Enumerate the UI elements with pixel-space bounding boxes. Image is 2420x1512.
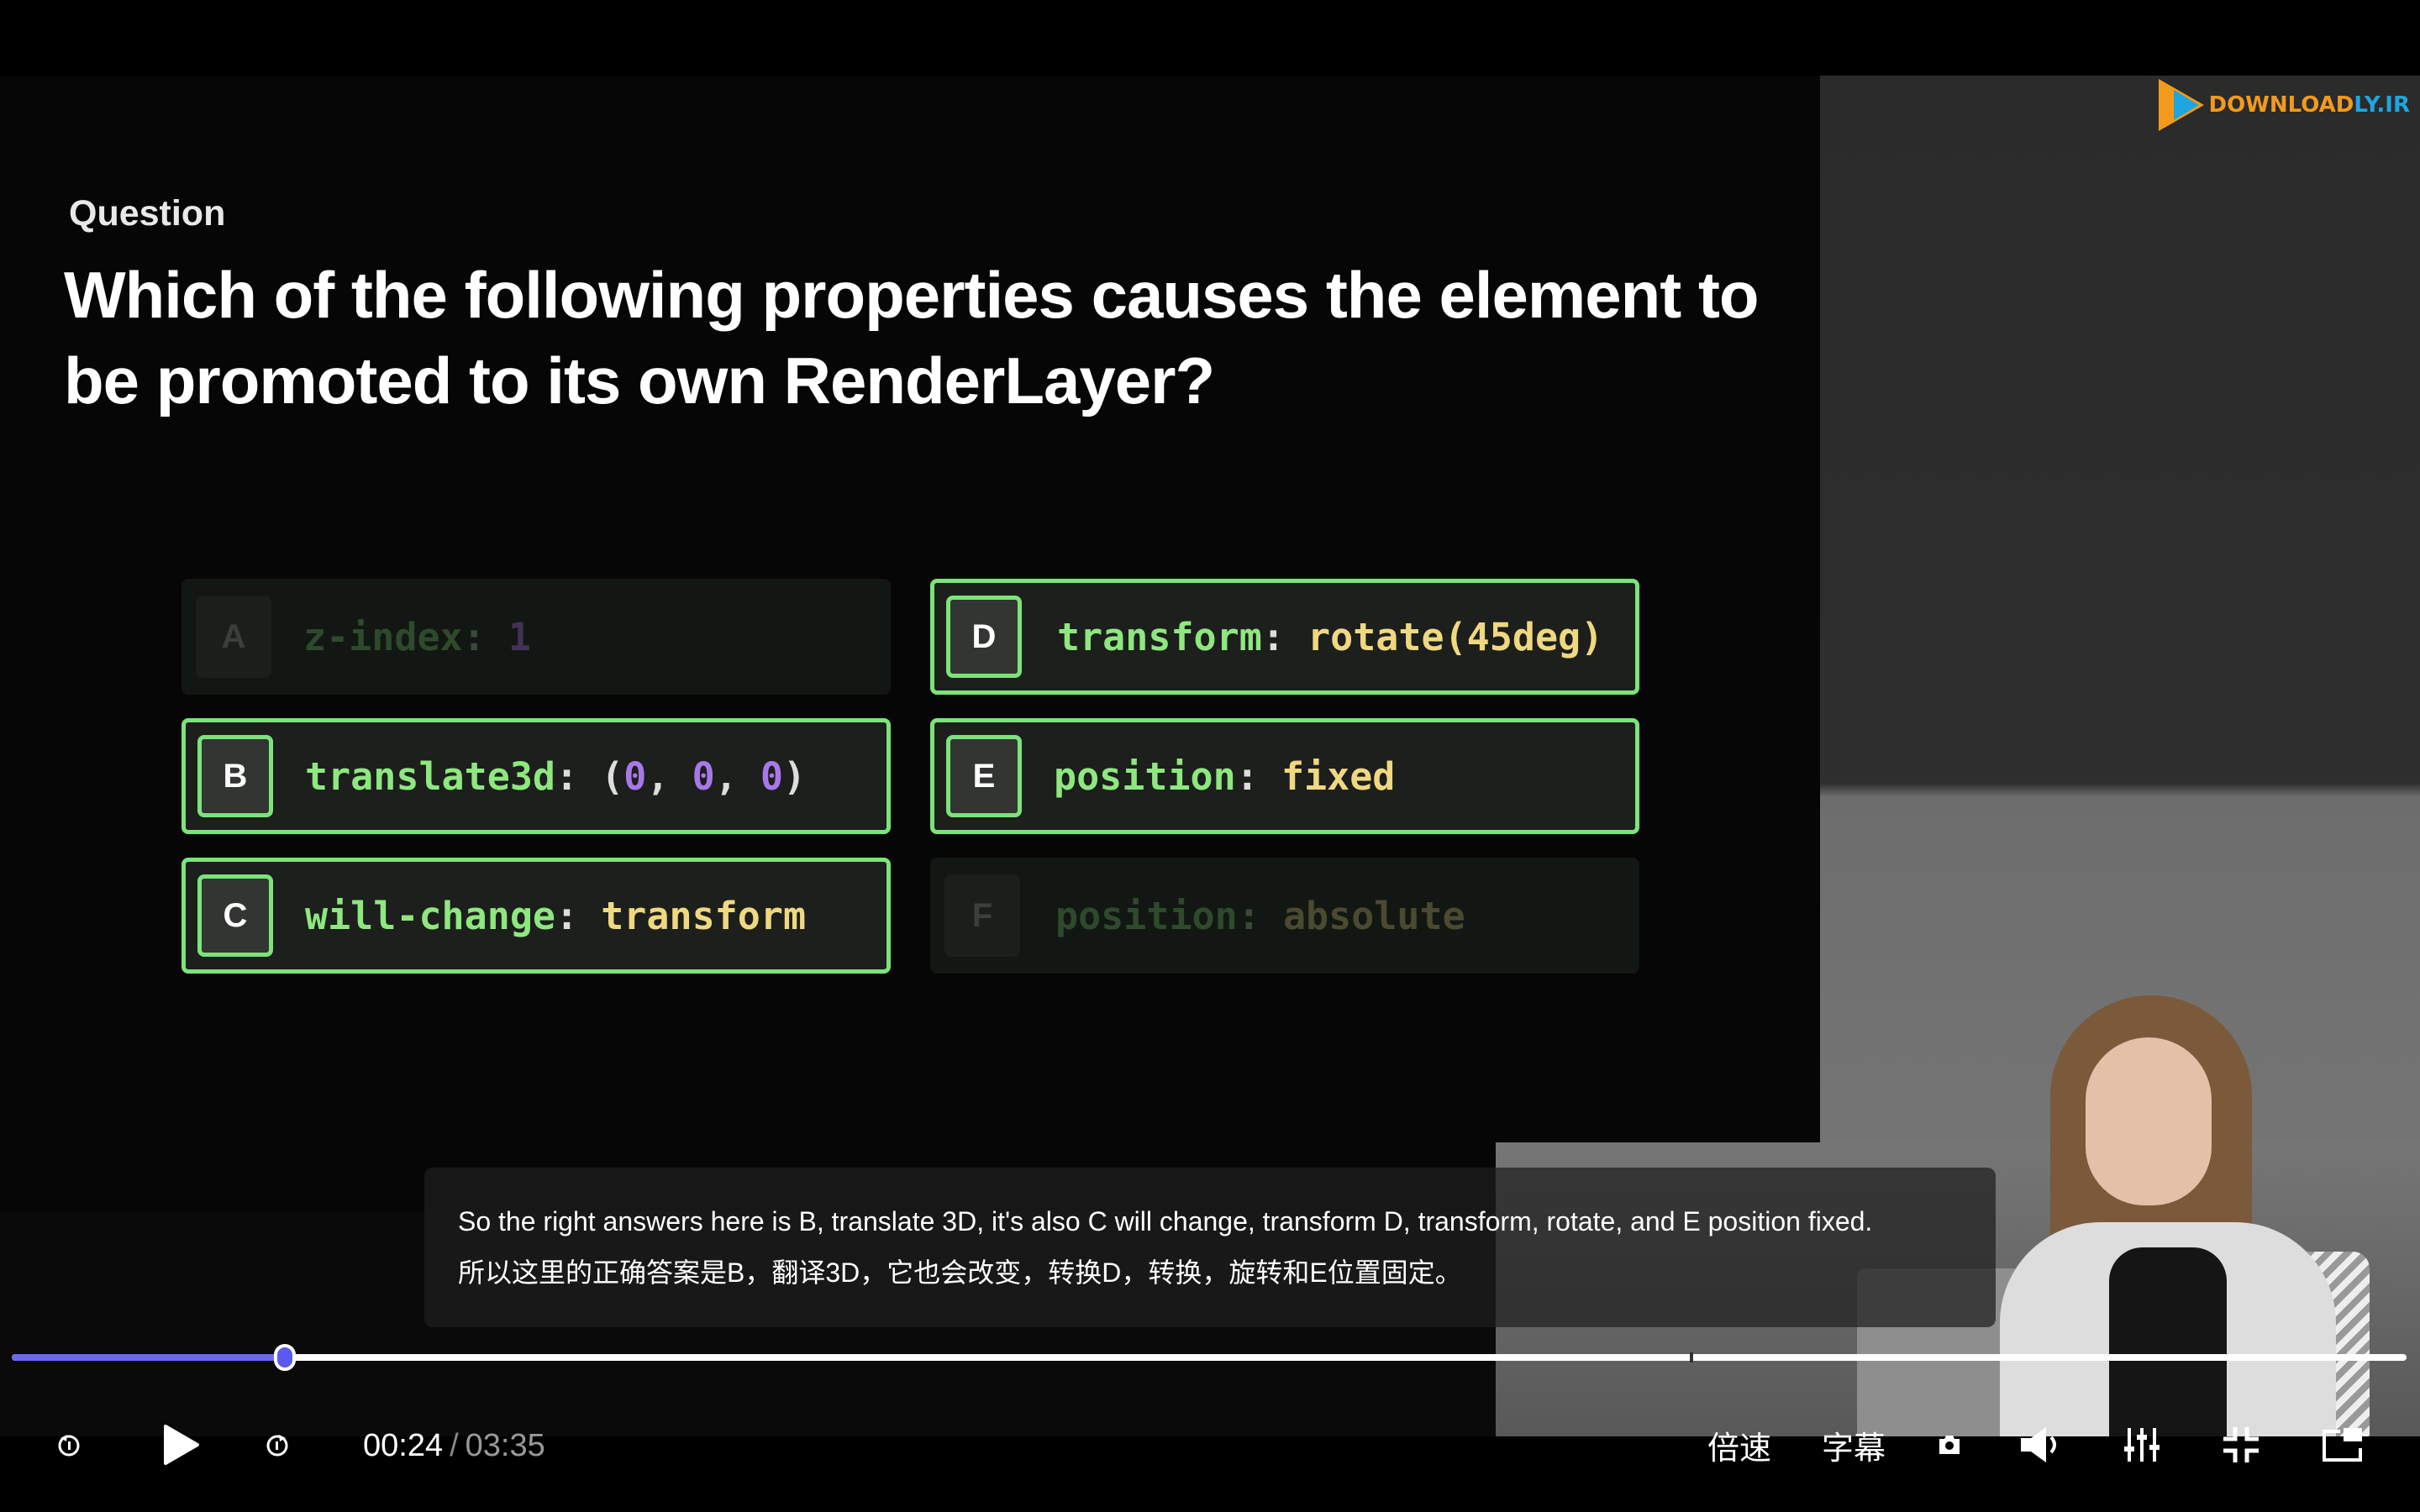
progress-track[interactable] xyxy=(12,1354,2407,1361)
rewind-icon xyxy=(58,1435,80,1457)
subtitle-english: So the right answers here is B, translat… xyxy=(458,1206,1873,1236)
subtitle-box xyxy=(424,1168,1996,1327)
option-c: C will-change: transform xyxy=(182,858,891,974)
slide: Question Which of the following properti… xyxy=(0,76,1820,1211)
presenter xyxy=(2000,995,2353,1436)
option-f: F position: absolute xyxy=(930,858,1639,974)
rewind-button[interactable] xyxy=(50,1424,87,1466)
settings-button[interactable] xyxy=(2121,1424,2163,1466)
option-a: A z-index: 1 xyxy=(182,579,891,695)
exit-fullscreen-button[interactable] xyxy=(2220,1424,2262,1466)
play-button[interactable] xyxy=(160,1424,202,1466)
question-label: Question xyxy=(69,193,226,234)
screenshot-icon xyxy=(1939,1436,1960,1454)
option-letter: C xyxy=(197,874,273,957)
current-time: 00:24 xyxy=(363,1428,444,1463)
progress-handle[interactable] xyxy=(274,1344,296,1371)
play-icon xyxy=(164,1425,199,1465)
volume-icon xyxy=(2021,1427,2056,1462)
subtitle-button[interactable]: 字幕 xyxy=(1820,1424,1887,1467)
forward-icon xyxy=(266,1435,288,1457)
option-letter: B xyxy=(197,735,273,817)
option-e: E position: fixed xyxy=(930,718,1639,834)
option-letter: F xyxy=(944,874,1020,957)
option-letter: A xyxy=(196,596,271,678)
forward-button[interactable] xyxy=(259,1424,296,1466)
volume-button[interactable] xyxy=(2017,1424,2064,1466)
question-text: Which of the following properties causes… xyxy=(64,258,1760,417)
time-display: 00:24/03:35 xyxy=(363,1428,545,1463)
progress-marker xyxy=(1690,1352,1693,1362)
pip-button[interactable] xyxy=(2321,1424,2365,1466)
play-logo-icon xyxy=(2158,79,2204,131)
exit-fullscreen-icon xyxy=(2223,1427,2259,1462)
pip-icon xyxy=(2323,1428,2362,1462)
total-time: 03:35 xyxy=(465,1428,545,1463)
option-d: D transform: rotate(45deg) xyxy=(930,579,1639,695)
progress-fill xyxy=(12,1354,285,1361)
subtitle-chinese: 所以这里的正确答案是B，翻译3D，它也会改变，转换D，转换，旋转和E位置固定。 xyxy=(458,1257,1462,1288)
watermark-logo: DOWNLOADLY.IR xyxy=(2158,79,2410,131)
screenshot-button[interactable] xyxy=(1934,1424,1965,1466)
settings-icon xyxy=(2124,1428,2160,1462)
option-b: B translate3d: (0, 0, 0) xyxy=(182,718,891,834)
speed-button[interactable]: 倍速 xyxy=(1706,1424,1773,1467)
option-letter: D xyxy=(946,596,1022,678)
option-letter: E xyxy=(946,735,1022,817)
